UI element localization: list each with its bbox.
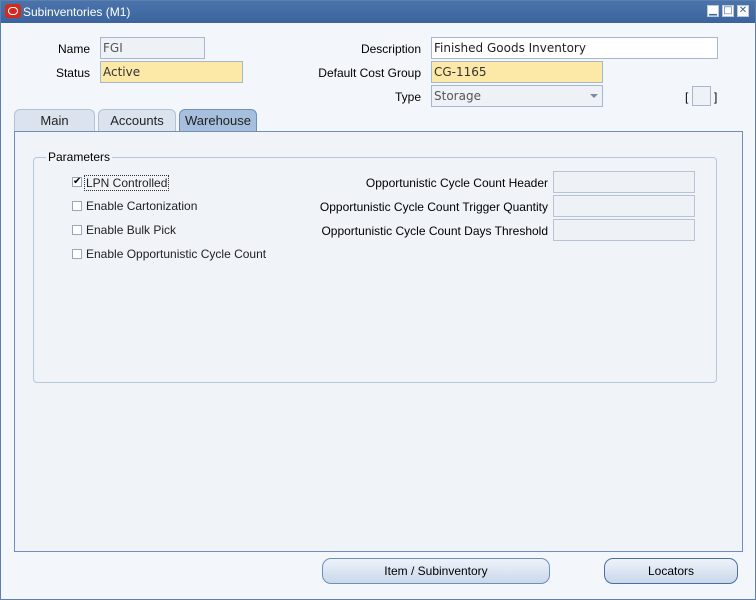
enable-bulk-pick-label: Enable Bulk Pick [86,223,177,237]
occ-days-threshold-field[interactable] [553,219,695,241]
parameters-title: Parameters [46,150,113,164]
parameters-group: Parameters ✔ LPN Controlled Enable Carto… [33,150,717,383]
enable-opportunistic-cycle-count-label: Enable Opportunistic Cycle Count [86,247,267,261]
status-label: Status [55,66,90,80]
item-subinventory-button[interactable]: Item / Subinventory [322,558,550,584]
chevron-down-icon [590,94,598,98]
title-bar[interactable]: Subinventories (M1) ▁ □ ✕ [1,1,755,23]
lpn-controlled-label: LPN Controlled [84,175,170,191]
tab-main[interactable]: Main [14,109,95,131]
type-label: Type [394,90,421,104]
bracket-open: [ [685,90,689,104]
maximize-button[interactable]: □ [722,5,734,17]
occ-days-threshold-label: Opportunistic Cycle Count Days Threshold [321,224,548,238]
name-field[interactable]: FGI [100,37,205,59]
bracket-close: ] [714,90,718,104]
enable-cartonization-label: Enable Cartonization [86,199,198,213]
warehouse-tab-panel: Parameters ✔ LPN Controlled Enable Carto… [14,131,743,552]
enable-bulk-pick-checkbox[interactable] [72,225,82,235]
occ-header-field[interactable] [553,171,695,193]
name-label: Name [57,42,90,56]
oracle-app-icon [5,4,21,18]
occ-trigger-quantity-label: Opportunistic Cycle Count Trigger Quanti… [319,200,548,214]
subinventories-window: Subinventories (M1) ▁ □ ✕ Name FGI Statu… [0,0,756,600]
tab-accounts[interactable]: Accounts [98,109,176,131]
locators-button[interactable]: Locators [604,558,738,584]
enable-cartonization-checkbox[interactable] [72,201,82,211]
type-select[interactable]: Storage [431,85,603,107]
descriptive-flexfield[interactable] [692,86,711,106]
occ-header-label: Opportunistic Cycle Count Header [365,176,548,190]
minimize-button[interactable]: ▁ [707,5,719,17]
enable-opportunistic-cycle-count-checkbox[interactable] [72,249,82,259]
description-label: Description [360,42,421,56]
close-button[interactable]: ✕ [737,5,749,17]
occ-trigger-quantity-field[interactable] [553,195,695,217]
description-field[interactable]: Finished Goods Inventory [431,37,718,59]
default-cost-group-field[interactable]: CG-1165 [431,61,603,83]
tab-warehouse[interactable]: Warehouse [179,109,257,131]
status-field[interactable]: Active [100,61,243,83]
type-select-value: Storage [434,89,481,103]
default-cost-group-label: Default Cost Group [318,66,421,80]
lpn-controlled-checkbox[interactable]: ✔ [72,177,82,187]
window-title: Subinventories (M1) [23,5,131,19]
